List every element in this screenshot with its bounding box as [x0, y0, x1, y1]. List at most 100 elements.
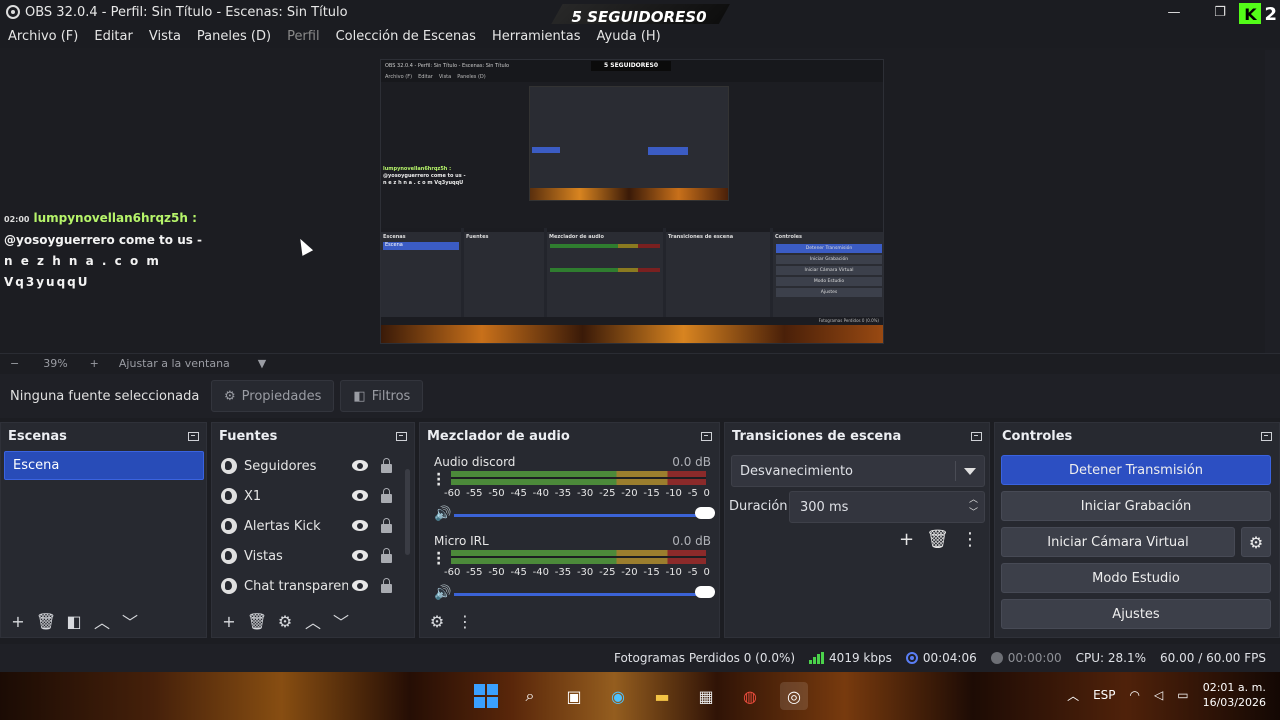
file-explorer-icon[interactable]: ▬: [648, 682, 676, 710]
speaker-icon[interactable]: 🔊: [434, 506, 451, 522]
browser-source-icon: [221, 578, 237, 594]
nested-meter: [550, 244, 660, 248]
chevron-down-icon[interactable]: ﹀: [330, 610, 352, 632]
sources-scrollbar[interactable]: [405, 469, 410, 555]
status-bar: Fotogramas Perdidos 0 (0.0%) 4019 kbps 0…: [0, 644, 1280, 672]
transition-select[interactable]: Desvanecimiento: [731, 455, 985, 487]
chevron-down-icon: [964, 468, 976, 475]
eye-icon[interactable]: [352, 550, 368, 561]
undock-icon[interactable]: [1261, 431, 1272, 441]
add-icon[interactable]: +: [899, 529, 914, 550]
trash-icon[interactable]: 🗑: [35, 610, 57, 632]
preview-scrollbar[interactable]: [1265, 50, 1280, 353]
zoom-fit-label: Ajustar a la ventana: [118, 357, 230, 370]
chevron-down-icon[interactable]: ﹀: [119, 610, 141, 632]
add-icon[interactable]: +: [218, 610, 240, 632]
properties-button[interactable]: ⚙ Propiedades: [211, 380, 335, 412]
duration-input[interactable]: 300 ms ︿ ﹀: [789, 491, 985, 523]
menu-vista[interactable]: Vista: [141, 29, 189, 44]
zoom-out-button[interactable]: −: [10, 357, 19, 370]
eye-icon[interactable]: [352, 520, 368, 531]
filter-icon[interactable]: ◧: [63, 610, 85, 632]
kebab-menu-icon[interactable]: ⋮: [454, 610, 476, 632]
volume-slider-handle[interactable]: [695, 507, 715, 519]
meter-tick: -45: [510, 567, 527, 578]
wifi-icon[interactable]: ◠: [1130, 688, 1140, 702]
windows-start-icon[interactable]: [472, 682, 500, 710]
volume-slider[interactable]: [454, 593, 712, 596]
bitrate-value: 4019 kbps: [829, 651, 892, 665]
start-recording-button[interactable]: Iniciar Grabación: [1001, 491, 1271, 521]
settings-button[interactable]: Ajustes: [1001, 599, 1271, 629]
lock-icon[interactable]: [381, 518, 392, 533]
chevron-up-icon[interactable]: ︿: [302, 610, 324, 632]
kebab-menu-icon[interactable]: ⋮: [961, 529, 979, 550]
eye-icon[interactable]: [352, 490, 368, 501]
eye-icon[interactable]: [352, 580, 368, 591]
source-item[interactable]: X1: [216, 481, 404, 511]
undock-icon[interactable]: [396, 431, 407, 441]
speaker-icon[interactable]: 🔊: [434, 585, 451, 601]
volume-icon[interactable]: ◁: [1154, 688, 1163, 702]
edge-icon[interactable]: ◉: [604, 682, 632, 710]
mixer-title: Mezclador de audio: [427, 428, 570, 444]
battery-icon[interactable]: ▭: [1177, 688, 1188, 702]
lock-icon[interactable]: [381, 548, 392, 563]
meter-tick: -20: [621, 567, 638, 578]
chrome-icon[interactable]: ◍: [736, 682, 764, 710]
kebab-menu-icon[interactable]: · · ·: [436, 468, 441, 492]
obs-taskbar-icon[interactable]: ◎: [780, 682, 808, 710]
minimize-icon[interactable]: —: [1164, 5, 1184, 20]
search-icon[interactable]: ⌕: [516, 682, 544, 710]
stop-streaming-button[interactable]: Detener Transmisión: [1001, 455, 1271, 485]
restore-icon[interactable]: ❐: [1210, 5, 1230, 20]
menu-perfil[interactable]: Perfil: [279, 29, 328, 44]
source-item[interactable]: Chat transparente: [216, 571, 404, 601]
menu-editar[interactable]: Editar: [86, 29, 141, 44]
task-view-icon[interactable]: ▣: [560, 682, 588, 710]
virtual-camera-settings-button[interactable]: ⚙: [1241, 527, 1271, 557]
zoom-select[interactable]: Ajustar a la ventana ▼: [119, 357, 266, 370]
add-icon[interactable]: +: [7, 610, 29, 632]
menu-archivo[interactable]: Archivo (F): [0, 29, 86, 44]
clock[interactable]: 02:01 a. m. 16/03/2026: [1203, 680, 1266, 710]
scenes-footer: + 🗑 ◧ ︿ ﹀: [1, 605, 206, 637]
source-item[interactable]: Seguidores: [216, 451, 404, 481]
zoom-in-button[interactable]: +: [90, 357, 99, 370]
studio-mode-button[interactable]: Modo Estudio: [1001, 563, 1271, 593]
kebab-menu-icon[interactable]: · · ·: [436, 547, 441, 571]
undock-icon[interactable]: [971, 431, 982, 441]
advanced-audio-icon[interactable]: ⚙: [426, 610, 448, 632]
filters-button[interactable]: ◧ Filtros: [340, 380, 424, 412]
lock-icon[interactable]: [381, 458, 392, 473]
chevron-up-icon[interactable]: ︿: [91, 610, 113, 632]
source-item[interactable]: Vistas: [216, 541, 404, 571]
channel-name: Audio discord: [434, 455, 516, 469]
eye-icon[interactable]: [352, 460, 368, 471]
source-item[interactable]: Alertas Kick: [216, 511, 404, 541]
undock-icon[interactable]: [188, 431, 199, 441]
transitions-dock: Transiciones de escena Desvanecimiento D…: [724, 422, 990, 638]
language-indicator[interactable]: ESP: [1093, 688, 1115, 702]
gear-icon[interactable]: ⚙: [274, 610, 296, 632]
volume-slider[interactable]: [454, 514, 712, 517]
menu-paneles[interactable]: Paneles (D): [189, 29, 279, 44]
start-virtual-camera-button[interactable]: Iniciar Cámara Virtual: [1001, 527, 1235, 557]
menu-herramientas[interactable]: Herramientas: [484, 29, 589, 44]
controls-dock: Controles Detener Transmisión Iniciar Gr…: [994, 422, 1280, 638]
menu-coleccion[interactable]: Colección de Escenas: [328, 29, 484, 44]
nested-docks: Escenas Escena Fuentes Mezclador de audi…: [381, 228, 883, 326]
scene-item[interactable]: Escena: [4, 451, 204, 480]
lock-icon[interactable]: [381, 578, 392, 593]
volume-slider-handle[interactable]: [695, 586, 715, 598]
trash-icon[interactable]: 🗑: [926, 529, 949, 550]
trash-icon[interactable]: 🗑: [246, 610, 268, 632]
chevron-up-icon[interactable]: ︿: [1067, 687, 1079, 704]
lock-icon[interactable]: [381, 488, 392, 503]
undock-icon[interactable]: [701, 431, 712, 441]
transition-actions: + 🗑 ⋮: [899, 529, 979, 550]
nested-menu: Archivo (F) Editar Vista Paneles (D): [381, 72, 883, 82]
menu-ayuda[interactable]: Ayuda (H): [589, 29, 669, 44]
duration-spinner[interactable]: ︿ ﹀: [969, 494, 978, 520]
store-icon[interactable]: ▦: [692, 682, 720, 710]
